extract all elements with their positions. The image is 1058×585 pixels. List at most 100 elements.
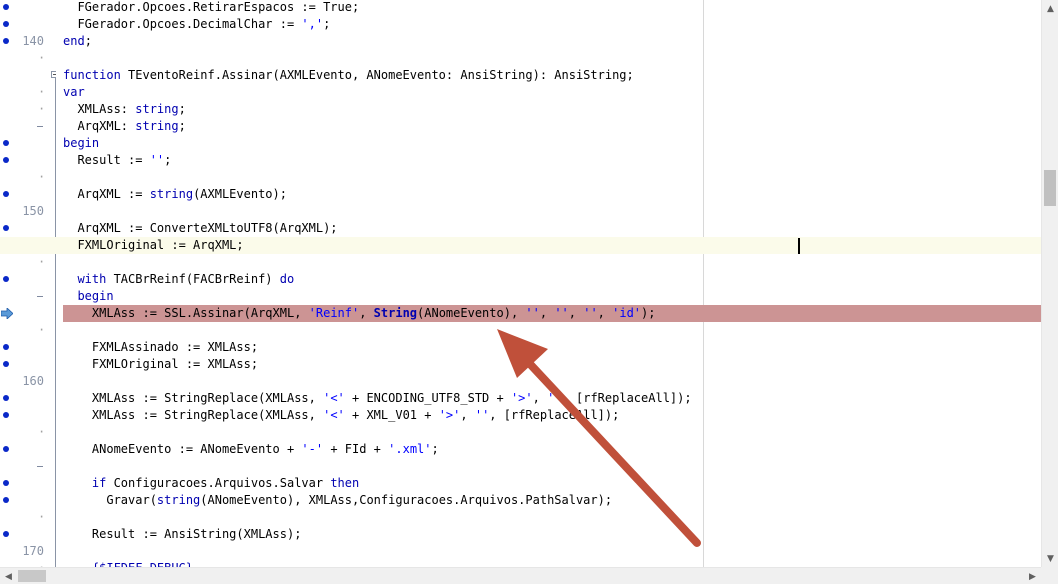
code-token: TEventoReinf.Assinar(AXMLEvento, ANomeEv… (120, 68, 634, 82)
code-line[interactable]: function TEventoReinf.Assinar(AXMLEvento… (0, 67, 1041, 84)
execution-line[interactable]: XMLAss := SSL.Assinar(ArqXML, 'Reinf', S… (0, 305, 1041, 322)
code-token: '' (525, 306, 540, 320)
code-token: XMLAss: (63, 102, 136, 116)
code-token: end (63, 34, 85, 48)
code-line[interactable]: begin (0, 135, 1041, 152)
code-line[interactable]: if Configuracoes.Arquivos.Salvar then (0, 475, 1041, 492)
code-line[interactable]: ArqXML := ConverteXMLtoUTF8(ArqXML); (0, 220, 1041, 237)
code-token: (ANomeEvento), (417, 306, 526, 320)
text-caret (798, 238, 800, 254)
code-line[interactable] (0, 509, 1041, 526)
code-token: begin (77, 289, 114, 303)
code-line[interactable] (0, 169, 1041, 186)
code-token: 'id' (612, 306, 642, 320)
code-token: , [rfReplaceAll]); (561, 391, 692, 405)
code-token: ; (84, 34, 92, 48)
code-line[interactable] (0, 322, 1041, 339)
code-token: var (63, 85, 85, 99)
vertical-scroll-thumb[interactable] (1044, 170, 1056, 206)
code-token: '' (547, 391, 562, 405)
current-line[interactable]: FXMLOriginal := ArqXML; (0, 237, 1041, 254)
code-token: Gravar( (63, 493, 157, 507)
code-line[interactable]: {$IFDEF DEBUG} (0, 560, 1041, 567)
code-token: '.xml' (388, 442, 432, 456)
code-text: function TEventoReinf.Assinar(AXMLEvento… (63, 67, 634, 84)
code-token: ; (178, 102, 186, 116)
code-token: ; (431, 442, 439, 456)
code-line[interactable]: ArqXML: string; (0, 118, 1041, 135)
code-token: , (359, 306, 374, 320)
code-line[interactable] (0, 373, 1041, 390)
code-line[interactable]: FXMLAssinado := XMLAss; (0, 339, 1041, 356)
code-token: begin (63, 136, 100, 150)
code-line[interactable]: XMLAss: string; (0, 101, 1041, 118)
code-token: Configuracoes.Arquivos.Salvar (106, 476, 331, 490)
code-token: then (330, 476, 360, 490)
code-text: if Configuracoes.Arquivos.Salvar then (63, 475, 359, 492)
code-line[interactable]: var (0, 84, 1041, 101)
code-line[interactable]: with TACBrReinf(FACBrReinf) do (0, 271, 1041, 288)
code-text: Gravar(string(ANomeEvento), XMLAss,Confi… (63, 492, 612, 509)
horizontal-scrollbar[interactable]: ◀ ▶ (0, 567, 1041, 584)
code-token: '' (583, 306, 598, 320)
code-line[interactable] (0, 50, 1041, 67)
code-token: if (91, 476, 107, 490)
code-text: FXMLOriginal := XMLAss; (63, 356, 258, 373)
code-token: ',' (301, 17, 324, 31)
code-token: , (460, 408, 475, 422)
code-line[interactable] (0, 543, 1041, 560)
code-token: string (135, 119, 179, 133)
code-line[interactable]: begin (0, 288, 1041, 305)
code-token: (AXMLEvento); (193, 187, 287, 201)
code-text: with TACBrReinf(FACBrReinf) do (63, 271, 294, 288)
code-token: ; (178, 119, 186, 133)
code-text: {$IFDEF DEBUG} (63, 560, 193, 567)
code-editor[interactable]: 140····150152··160··170· FGerador.Opcoes… (0, 0, 1041, 567)
code-token: ArqXML: (63, 119, 136, 133)
code-token: ; (323, 17, 331, 31)
code-token: + ENCODING_UTF8_STD + (344, 391, 511, 405)
scroll-right-icon[interactable]: ▶ (1024, 568, 1041, 585)
code-token: , (597, 306, 613, 320)
scroll-down-icon[interactable]: ▼ (1042, 550, 1058, 567)
code-line[interactable]: XMLAss := StringReplace(XMLAss, '<' + XM… (0, 407, 1041, 424)
code-line[interactable] (0, 424, 1041, 441)
scroll-up-icon[interactable]: ▲ (1042, 0, 1058, 17)
code-line[interactable]: Result := ''; (0, 152, 1041, 169)
code-text: ANomeEvento := ANomeEvento + '-' + FId +… (63, 441, 439, 458)
code-token: '>' (510, 391, 533, 405)
code-text: begin (63, 135, 99, 152)
scrollbar-corner (1041, 567, 1058, 584)
code-line[interactable]: Result := AnsiString(XMLAss); (0, 526, 1041, 543)
code-line[interactable]: end; (0, 33, 1041, 50)
vertical-scrollbar[interactable]: ▲ ▼ (1041, 0, 1058, 567)
code-line[interactable] (0, 254, 1041, 271)
code-line[interactable]: XMLAss := StringReplace(XMLAss, '<' + EN… (0, 390, 1041, 407)
code-line[interactable]: Gravar(string(ANomeEvento), XMLAss,Confi… (0, 492, 1041, 509)
code-token: string (149, 187, 194, 201)
code-line[interactable] (0, 203, 1041, 220)
code-token: ANomeEvento := ANomeEvento + (63, 442, 302, 456)
code-line[interactable]: FGerador.Opcoes.RetirarEspacos := True; (0, 0, 1041, 16)
code-text: FGerador.Opcoes.DecimalChar := ','; (63, 16, 330, 33)
scroll-left-icon[interactable]: ◀ (0, 568, 17, 585)
code-token: '<' (323, 391, 345, 405)
code-token: XMLAss := StringReplace(XMLAss, (63, 408, 324, 422)
code-line[interactable]: ArqXML := string(AXMLEvento); (0, 186, 1041, 203)
code-line[interactable]: ANomeEvento := ANomeEvento + '-' + FId +… (0, 441, 1041, 458)
code-line[interactable]: FXMLOriginal := XMLAss; (0, 356, 1041, 373)
code-token: , (568, 306, 584, 320)
code-token: FGerador.Opcoes.RetirarEspacos := True; (63, 0, 360, 14)
code-token: FXMLAssinado := XMLAss; (63, 340, 259, 354)
code-token: '>' (438, 408, 461, 422)
code-line[interactable] (0, 458, 1041, 475)
code-token: + FId + (323, 442, 389, 456)
code-token: XMLAss := SSL.Assinar(ArqXML, (63, 306, 309, 320)
code-line[interactable]: FGerador.Opcoes.DecimalChar := ','; (0, 16, 1041, 33)
code-token: ArqXML := ConverteXMLtoUTF8(ArqXML); (63, 221, 338, 235)
code-text: ArqXML := string(AXMLEvento); (63, 186, 287, 203)
horizontal-scroll-thumb[interactable] (18, 570, 46, 582)
code-token: '' (474, 408, 490, 422)
